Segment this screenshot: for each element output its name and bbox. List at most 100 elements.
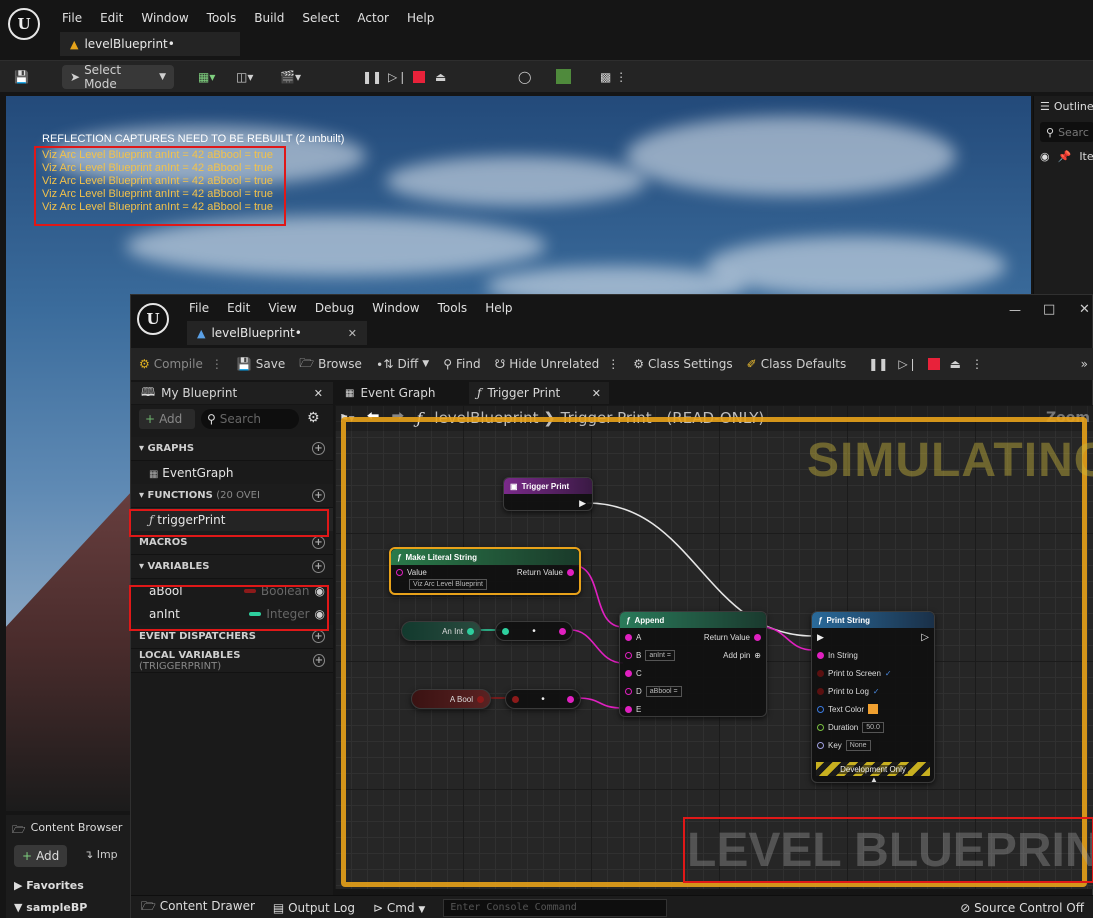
menu-select[interactable]: Select: [302, 11, 339, 25]
save-button[interactable]: 💾 Save: [237, 352, 285, 376]
hide-unrelated-button[interactable]: ☋ Hide Unrelated ⋮: [495, 352, 620, 376]
close-tab-icon[interactable]: ✕: [592, 387, 601, 400]
bp-menu-view[interactable]: View: [268, 301, 296, 315]
add-actor-icon[interactable]: ▦▾: [198, 65, 215, 89]
minimize-button[interactable]: —: [1009, 303, 1021, 317]
duration-field[interactable]: 50.0: [862, 721, 884, 733]
print-log-checkbox[interactable]: ✓: [873, 687, 880, 696]
duration-pin[interactable]: [817, 723, 824, 731]
int-in-pin[interactable]: [502, 627, 509, 635]
bp-menu-window[interactable]: Window: [372, 301, 419, 315]
string-out-pin[interactable]: [558, 627, 566, 635]
exec-out-pin[interactable]: ▶: [579, 498, 586, 509]
exec-out-pin[interactable]: ▷: [921, 632, 929, 643]
pause-icon[interactable]: ❚❚: [362, 65, 382, 89]
add-button[interactable]: + Add: [139, 409, 195, 429]
bool-in-pin[interactable]: [512, 695, 519, 703]
string-out-pin[interactable]: [566, 695, 574, 703]
in-string-pin[interactable]: [817, 651, 824, 659]
menu-build[interactable]: Build: [254, 11, 284, 25]
settings-map-icon[interactable]: [556, 69, 571, 84]
menu-actor[interactable]: Actor: [357, 11, 389, 25]
outliner-title[interactable]: ☰ Outline: [1040, 100, 1093, 113]
key-field[interactable]: None: [845, 739, 871, 751]
content-add-button[interactable]: + Add: [14, 845, 68, 867]
event-graph-item[interactable]: ▦ EventGraph: [131, 461, 333, 484]
append-a-pin[interactable]: [625, 633, 632, 641]
bp-menu-debug[interactable]: Debug: [315, 301, 354, 315]
graphs-section[interactable]: ▾ GRAPHS +: [131, 437, 333, 461]
platforms-icon[interactable]: ◯: [518, 65, 531, 89]
add-dispatcher-icon[interactable]: +: [312, 630, 325, 643]
functions-section[interactable]: ▾ FUNCTIONS (20 OVEI +: [131, 484, 333, 508]
browse-button[interactable]: 🗁 Browse: [299, 352, 362, 376]
node-get-abool[interactable]: A Bool: [411, 689, 491, 709]
append-e-pin[interactable]: [625, 705, 632, 713]
add-graph-icon[interactable]: +: [312, 442, 325, 455]
node-append[interactable]: ƒ Append A Return Value BanInt = Add pin ⊕ C…: [619, 611, 767, 717]
string-in-pin[interactable]: [396, 568, 403, 576]
stop-icon[interactable]: [927, 358, 940, 370]
blueprints-icon[interactable]: ◫▾: [236, 65, 253, 89]
bp-menu-file[interactable]: File: [189, 301, 209, 315]
panel-settings-icon[interactable]: ⚙: [307, 410, 320, 426]
step-icon[interactable]: ▷❘: [388, 65, 407, 89]
my-blueprint-tab[interactable]: 🕮 My Blueprint ✕: [131, 382, 333, 404]
variables-section[interactable]: ▾ VARIABLES +: [131, 555, 333, 579]
local-variables-section[interactable]: LOCAL VARIABLES (TRIGGERPRINT) +: [131, 649, 333, 673]
bp-menu-edit[interactable]: Edit: [227, 301, 250, 315]
favorites-section[interactable]: ▶ Favorites: [14, 879, 84, 892]
search-input[interactable]: ⚲ Search: [201, 409, 299, 429]
expand-toolbar-icon[interactable]: »: [1081, 352, 1088, 376]
tab-trigger-print[interactable]: ƒ Trigger Print ✕: [469, 382, 609, 404]
select-mode-dropdown[interactable]: ➤ Select Mode ▼: [62, 63, 174, 91]
bp-menu-tools[interactable]: Tools: [438, 301, 468, 315]
bool-out-pin[interactable]: [477, 695, 484, 703]
unreal-logo-icon[interactable]: U: [8, 8, 40, 40]
print-log-pin[interactable]: [817, 687, 824, 695]
cinematics-icon[interactable]: 🎬▾: [280, 65, 301, 89]
add-local-variable-icon[interactable]: +: [312, 654, 325, 667]
print-screen-checkbox[interactable]: ✓: [885, 669, 892, 678]
menu-file[interactable]: File: [62, 11, 82, 25]
append-d-field[interactable]: aBbool =: [645, 685, 682, 697]
add-pin-icon[interactable]: ⊕: [754, 651, 761, 660]
append-d-pin[interactable]: [625, 687, 632, 695]
node-trigger-print[interactable]: ▣ Trigger Print ▶: [503, 477, 593, 511]
exec-in-pin[interactable]: ▶: [817, 632, 824, 643]
append-b-field[interactable]: anInt =: [645, 649, 675, 661]
eject-icon[interactable]: ⏏: [950, 357, 961, 371]
node-bool-to-string[interactable]: •: [505, 689, 581, 709]
node-print-string[interactable]: ƒ Print String ▶ ▷ In String Print to Scre…: [811, 611, 935, 784]
bp-document-tab[interactable]: ▲ levelBlueprint• ✕: [187, 321, 367, 345]
close-tab-icon[interactable]: ✕: [314, 387, 323, 400]
key-pin[interactable]: [817, 741, 824, 749]
text-color-swatch[interactable]: [868, 704, 879, 714]
class-defaults-button[interactable]: ✐ Class Defaults: [747, 352, 847, 376]
content-drawer-button[interactable]: 🗁 Content Drawer: [141, 897, 255, 918]
eject-icon[interactable]: ⏏: [435, 65, 446, 89]
save-all-icon[interactable]: 💾: [14, 65, 29, 89]
add-variable-icon[interactable]: +: [312, 560, 325, 573]
collapse-chevron-icon[interactable]: ▲: [870, 775, 878, 784]
text-color-pin[interactable]: [817, 705, 824, 713]
menu-tools[interactable]: Tools: [207, 11, 237, 25]
append-b-pin[interactable]: [625, 651, 632, 659]
platform-menu-icon[interactable]: ▩ ⋮: [600, 65, 627, 89]
menu-help[interactable]: Help: [407, 11, 434, 25]
node-int-to-string[interactable]: •: [495, 621, 573, 641]
menu-edit[interactable]: Edit: [100, 11, 123, 25]
print-screen-pin[interactable]: [817, 669, 824, 677]
close-tab-icon[interactable]: ✕: [348, 327, 357, 340]
pause-icon[interactable]: ❚❚: [868, 357, 888, 371]
class-settings-button[interactable]: ⚙ Class Settings: [633, 352, 732, 376]
step-icon[interactable]: ▷❘: [898, 357, 917, 371]
tab-event-graph[interactable]: ▦ Event Graph: [337, 382, 465, 404]
string-out-pin[interactable]: [567, 568, 574, 576]
compile-button[interactable]: ⚙ Compile ⋮: [139, 352, 223, 376]
int-out-pin[interactable]: [467, 627, 474, 635]
graph-canvas[interactable]: ⚑▾ 🠨 🠪 ƒ levelBlueprint ❯ Trigger Print …: [335, 405, 1093, 889]
node-make-literal-string[interactable]: ƒ Make Literal String Value Return Value …: [389, 547, 581, 595]
bp-menu-help[interactable]: Help: [485, 301, 512, 315]
content-browser-tab[interactable]: 🗁 Content Browser: [12, 821, 122, 840]
